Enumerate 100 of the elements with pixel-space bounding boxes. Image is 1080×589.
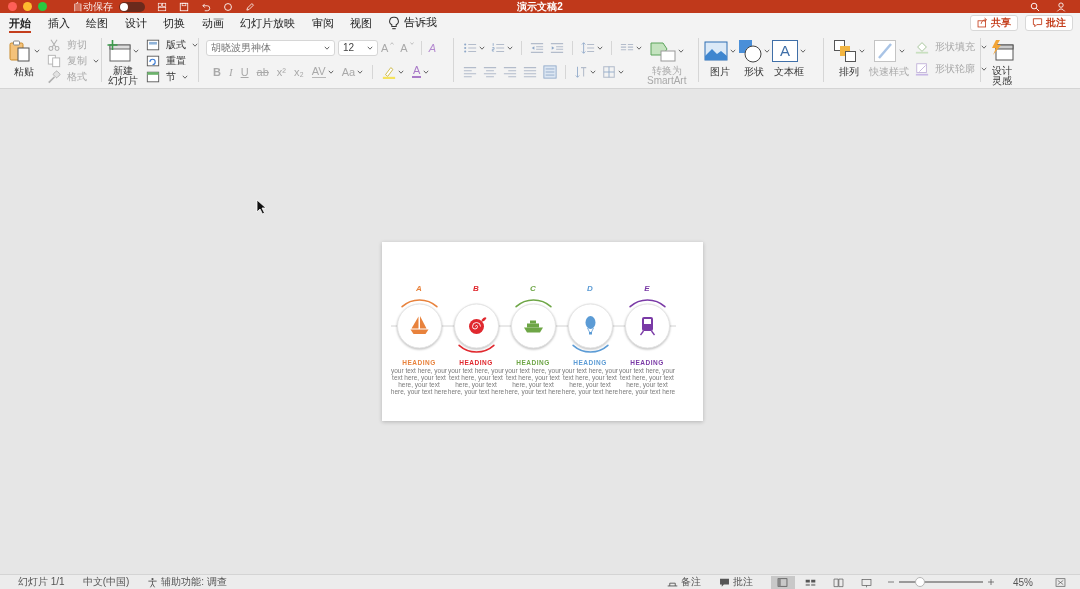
outdent-icon	[530, 40, 544, 55]
save-icon[interactable]	[179, 1, 189, 12]
stacked-squares-icon	[833, 39, 857, 63]
mouse-pointer-icon	[256, 199, 267, 215]
circle-badge	[453, 303, 499, 349]
accessibility-button[interactable]: 辅助功能: 调查	[147, 575, 227, 589]
shapes-button[interactable]: 形状	[738, 33, 770, 77]
caret-icon	[859, 49, 865, 53]
design-ideas-button[interactable]: 设计 灵感	[990, 33, 1014, 86]
picture-button[interactable]: 图片	[704, 33, 736, 77]
caret-icon	[800, 49, 806, 53]
distributed-icon	[543, 64, 557, 79]
caret-icon	[93, 59, 99, 63]
zoom-slider-thumb[interactable]	[915, 577, 925, 587]
ribbon-tab[interactable]: 幻灯片放映	[240, 14, 295, 33]
distributed-button[interactable]	[541, 63, 559, 80]
layout-icon	[146, 38, 160, 52]
layout-button[interactable]: 版式	[146, 37, 198, 53]
step-letter: B	[473, 284, 479, 293]
arrange-button[interactable]: 排列	[833, 33, 865, 77]
ribbon-tab[interactable]: 视图	[350, 14, 372, 33]
ribbon-tab[interactable]: 设计	[124, 14, 147, 33]
caret-icon	[590, 69, 596, 74]
close-window-button[interactable]	[8, 2, 17, 11]
language-status: 中文(中国)	[82, 575, 130, 589]
caret-icon	[327, 69, 334, 74]
view-button[interactable]	[771, 575, 795, 589]
font-size-dropdown[interactable]: 12	[338, 39, 378, 56]
highlighter-icon	[382, 64, 397, 79]
notes-button[interactable]: 备注	[667, 575, 701, 589]
caret-icon	[677, 49, 684, 53]
comments-pane-button[interactable]: 批注	[719, 575, 753, 589]
square-circle-icon	[738, 39, 762, 63]
ribbon-tab[interactable]: 动画	[201, 14, 224, 33]
autosave-toggle[interactable]	[119, 1, 145, 12]
align-text-button[interactable]	[600, 63, 626, 80]
line-spacing-button[interactable]	[579, 39, 605, 56]
speech-bubble-icon	[1032, 17, 1043, 28]
align-center-icon	[483, 64, 497, 79]
person-icon[interactable]	[1056, 1, 1066, 12]
align-text-icon	[602, 64, 616, 79]
align-left-icon	[463, 64, 477, 79]
step-letter: A	[416, 284, 422, 293]
text-box-button[interactable]: A 文本框	[772, 33, 806, 77]
tell-me-button[interactable]: 告诉我	[386, 14, 437, 33]
zoom-level: 45%	[1013, 576, 1033, 588]
smartart-icon	[649, 40, 676, 62]
caret-icon	[899, 49, 905, 53]
search-icon[interactable]	[1030, 1, 1040, 12]
ribbon-tab[interactable]: 切换	[163, 14, 185, 33]
caret-icon	[479, 45, 485, 50]
section-button[interactable]: 节	[146, 69, 198, 85]
caret-icon	[357, 69, 364, 74]
zoom-window-button[interactable]	[38, 2, 47, 11]
paste-button[interactable]: 粘贴	[8, 33, 40, 77]
font-name-dropdown[interactable]: 胡晓波男神体	[206, 39, 335, 56]
text-box-glyph: A	[772, 40, 798, 62]
ship-icon	[523, 320, 543, 333]
caret-icon	[730, 49, 736, 53]
reset-icon	[146, 54, 160, 68]
caret-icon	[34, 49, 40, 53]
caret-icon	[423, 69, 430, 74]
share-button[interactable]: 共享	[970, 14, 1018, 31]
grid-icon[interactable]	[157, 1, 167, 12]
circle-badge	[510, 303, 556, 349]
undo-icon[interactable]	[201, 1, 211, 12]
ribbon-tab[interactable]: 插入	[47, 14, 70, 33]
new-slide-button[interactable]: 新建 幻灯片	[107, 33, 139, 86]
caret-icon	[981, 67, 987, 71]
paintbrush-icon	[47, 70, 61, 84]
circle-badge	[567, 303, 613, 349]
comments-button[interactable]: 批注	[1025, 14, 1073, 31]
minus-icon[interactable]	[887, 578, 895, 586]
sailboat-icon	[410, 316, 428, 334]
ribbon-tab[interactable]: 审阅	[311, 14, 334, 33]
caret-icon	[133, 49, 139, 53]
speech-bubble-icon	[719, 576, 730, 588]
caret-icon	[597, 45, 603, 50]
step-letter: C	[530, 284, 536, 293]
fit-to-window-icon[interactable]	[1055, 576, 1066, 588]
landscape-picture-icon	[704, 39, 728, 63]
ring-icon[interactable]	[223, 1, 233, 12]
slide-counter: 幻灯片 1/1	[18, 575, 65, 589]
new-slide-icon	[107, 39, 131, 63]
reset-button[interactable]: 重置	[146, 53, 198, 69]
caret-icon	[192, 43, 198, 47]
caret-icon	[182, 75, 188, 79]
text-direction-icon	[574, 64, 588, 79]
caret-icon	[324, 45, 330, 50]
minimize-window-button[interactable]	[23, 2, 32, 11]
caret-icon	[367, 45, 373, 50]
plus-icon[interactable]	[987, 578, 995, 586]
train-icon	[639, 317, 655, 336]
caret-icon	[618, 69, 624, 74]
caret-icon	[981, 45, 987, 49]
window-title: 演示文稿2	[517, 0, 563, 13]
step-letter: E	[644, 284, 650, 293]
pen-icon[interactable]	[245, 1, 255, 12]
person-figure-icon	[147, 576, 159, 588]
ribbon-tab[interactable]: 绘图	[86, 14, 108, 33]
